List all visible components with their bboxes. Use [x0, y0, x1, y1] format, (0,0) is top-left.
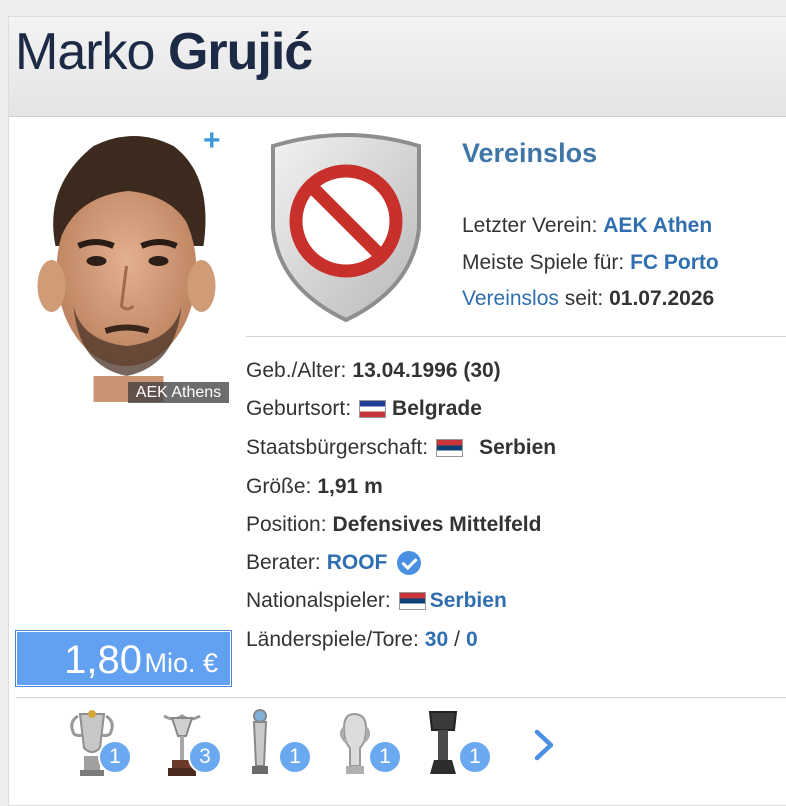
citizenship-row: Staatsbürgerschaft: Serbien — [246, 436, 556, 460]
bottom-divider — [16, 697, 786, 698]
since-date: 01.07.2026 — [609, 287, 715, 310]
most-games-label: Meiste Spiele für: — [462, 251, 625, 274]
most-games-link[interactable]: FC Porto — [630, 251, 719, 274]
national-team-link[interactable]: Serbien — [430, 589, 507, 613]
trophy-stand-icon[interactable]: 3 — [156, 708, 228, 778]
agent-row: Berater: ROOF — [246, 551, 422, 575]
position-value: Defensives Mittelfeld — [332, 513, 542, 536]
position-row: Position: Defensives Mittelfeld — [246, 513, 541, 537]
most-games-line: Meiste Spiele für: FC Porto — [462, 251, 719, 275]
verified-check-icon — [397, 551, 422, 575]
trophy-count: 1 — [278, 740, 312, 774]
birthplace-label: Geburtsort: — [246, 397, 352, 420]
trophy-dark-icon[interactable]: 1 — [426, 708, 498, 778]
birth-value: 13.04.1996 (30) — [352, 359, 501, 382]
since-label: seit: — [564, 287, 604, 310]
trophy-count: 3 — [188, 740, 222, 774]
height-value: 1,91 m — [317, 475, 383, 498]
club-status: Vereinslos — [462, 138, 598, 168]
page-title: Marko Grujić — [15, 22, 313, 82]
birth-row: Geb./Alter: 13.04.1996 (30) — [246, 359, 501, 383]
citizenship-label: Staatsbürgerschaft: — [246, 436, 429, 459]
citizenship-value: Serbien — [479, 436, 557, 459]
since-link[interactable]: Vereinslos — [462, 287, 559, 310]
trophy-count: 1 — [98, 740, 132, 774]
trophy-count: 1 — [368, 740, 402, 774]
player-photo — [33, 126, 216, 402]
since-line: Vereinslos seit: 01.07.2026 — [462, 287, 714, 311]
add-icon[interactable]: + — [203, 124, 221, 158]
yugoslavia-flag-icon — [359, 400, 387, 418]
national-row: Nationalspieler: Serbien — [246, 589, 507, 613]
position-label: Position: — [246, 513, 327, 536]
national-label: Nationalspieler: — [246, 589, 391, 612]
caps-link[interactable]: 30 — [425, 628, 448, 652]
market-value-button[interactable]: 1,80 Mio. € — [15, 630, 232, 687]
last-club-label: Letzter Verein: — [462, 214, 598, 237]
serbia-flag-icon — [436, 439, 464, 457]
birthplace-row: Geburtsort: Belgrade — [246, 397, 482, 421]
caps-row: Länderspiele/Tore: 30 / 0 — [246, 628, 478, 652]
height-label: Größe: — [246, 475, 312, 498]
divider — [246, 336, 786, 337]
photo-caption: AEK Athens — [128, 382, 229, 403]
no-club-badge-icon — [271, 133, 421, 323]
birthplace-value: Belgrade — [392, 397, 482, 420]
chevron-right-icon[interactable] — [529, 728, 561, 762]
last-name: Grujić — [167, 23, 313, 81]
trophy-silver-icon[interactable]: 1 — [336, 708, 408, 778]
agent-link[interactable]: ROOF — [327, 551, 388, 575]
trophy-slim-icon[interactable]: 1 — [246, 708, 318, 778]
market-value-unit: Mio. € — [144, 648, 218, 678]
trophy-count: 1 — [458, 740, 492, 774]
last-club-link[interactable]: AEK Athen — [603, 214, 712, 237]
last-club-line: Letzter Verein: AEK Athen — [462, 214, 712, 238]
caps-label: Länderspiele/Tore: — [246, 628, 419, 651]
birth-label: Geb./Alter: — [246, 359, 347, 382]
first-name: Marko — [15, 23, 155, 81]
market-value-amount: 1,80 — [64, 638, 142, 682]
height-row: Größe: 1,91 m — [246, 475, 383, 499]
serbia-flag-icon — [398, 592, 426, 610]
caps-separator: / — [454, 628, 460, 651]
agent-label: Berater: — [246, 551, 321, 574]
goals-link[interactable]: 0 — [466, 628, 478, 652]
trophy-cup-icon[interactable]: 1 — [66, 708, 138, 778]
